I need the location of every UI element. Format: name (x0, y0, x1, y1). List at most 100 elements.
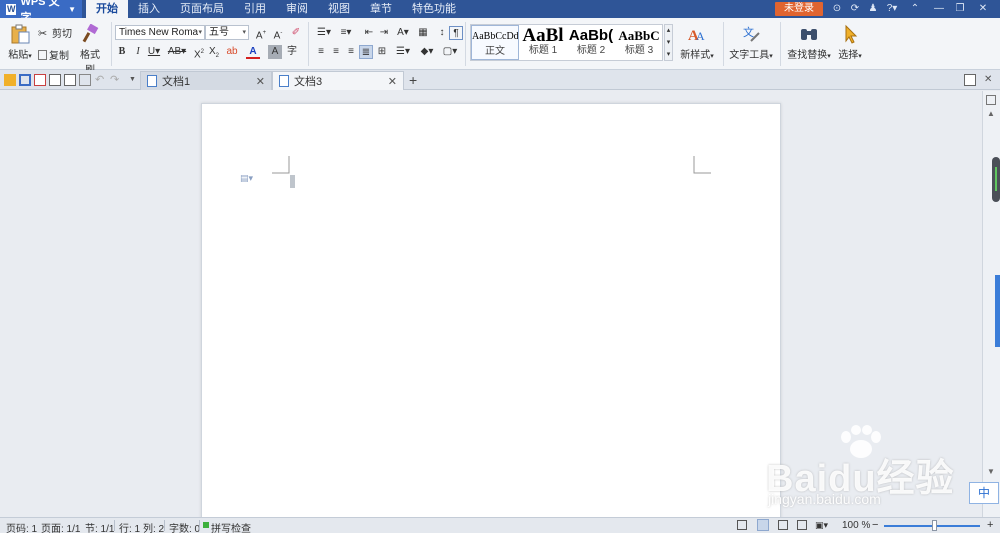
strikethrough-icon[interactable]: AB▾ (166, 45, 188, 59)
menu-tab-4[interactable]: 审阅 (276, 0, 318, 18)
zoom-level[interactable]: 100 % (842, 520, 870, 531)
close-icon[interactable]: ✕ (977, 3, 989, 15)
italic-icon[interactable]: I (131, 45, 145, 59)
login-button[interactable]: 未登录 (775, 2, 823, 16)
font-color-icon[interactable]: A (246, 45, 260, 59)
align-left-icon[interactable]: ≡ (314, 45, 328, 59)
format-painter-button[interactable]: 格式刷 (76, 24, 104, 76)
grow-font-icon[interactable]: A+ (254, 26, 268, 41)
text-tools-button[interactable]: 文 文字工具▾ (727, 24, 775, 61)
underline-icon[interactable]: U▾ (145, 45, 163, 59)
text-direction-icon[interactable]: A▾ (394, 26, 412, 40)
sort-icon[interactable]: ↕ (435, 26, 449, 40)
paste-button[interactable]: 粘贴▾ (6, 24, 34, 61)
print-preview-icon[interactable] (64, 74, 76, 86)
scroll-down-icon[interactable]: ▼ (987, 467, 995, 476)
shrink-font-icon[interactable]: A- (271, 26, 285, 41)
line-spacing-icon[interactable]: ☰▾ (394, 45, 412, 59)
reading-mode-icon[interactable]: ▣▾ (815, 520, 828, 531)
restore-icon[interactable]: ❐ (954, 3, 966, 15)
outline-view-icon[interactable] (778, 520, 788, 530)
menu-tab-1[interactable]: 插入 (128, 0, 170, 18)
shading-icon[interactable]: ◆▾ (418, 45, 436, 59)
close-tab-icon[interactable]: ✕ (388, 75, 397, 88)
redo-icon[interactable]: ↷ (110, 74, 122, 86)
highlight-icon[interactable]: ab (225, 45, 239, 59)
justify-icon[interactable]: ≣ (359, 45, 373, 59)
cut-button[interactable]: ✂ 剪切 (38, 25, 72, 41)
zoom-in-button[interactable]: + (987, 519, 993, 531)
menu-tab-0[interactable]: 开始 (86, 0, 128, 18)
superscript-icon[interactable]: X2 (192, 45, 206, 60)
close-window-icon[interactable]: ✕ (984, 74, 996, 86)
menu-tab-2[interactable]: 页面布局 (170, 0, 234, 18)
show-marks-icon[interactable]: ¶ (449, 26, 463, 40)
paste-options-icon[interactable]: ▤▾ (240, 173, 253, 184)
svg-text:A: A (696, 29, 705, 43)
app-menu-button[interactable]: W WPS 文字 ▼ (0, 0, 82, 24)
save-icon[interactable] (19, 74, 31, 86)
border-icon[interactable]: ▢▾ (441, 45, 459, 59)
minimize-icon[interactable]: — (933, 3, 945, 15)
page-icon[interactable] (79, 74, 91, 86)
menu-tab-3[interactable]: 引用 (234, 0, 276, 18)
align-right-icon[interactable]: ≡ (344, 45, 358, 59)
feedback-icon[interactable]: ⟳ (849, 3, 861, 15)
scroll-thumb[interactable] (992, 157, 1000, 202)
subscript-icon[interactable]: X2 (207, 45, 221, 59)
font-size-select[interactable]: 五号 ▾ (205, 25, 249, 40)
split-view-icon[interactable] (964, 74, 976, 86)
table-icon[interactable]: ▦ (416, 26, 430, 40)
style-item-2[interactable]: AaBb(标题 2 (567, 25, 615, 60)
clear-format-icon[interactable]: ✐ (289, 26, 303, 40)
new-style-button[interactable]: A A 新样式▾ (678, 24, 716, 61)
view-switch-icon[interactable] (986, 95, 996, 105)
collapse-ribbon-icon[interactable]: ⌃ (909, 3, 921, 15)
select-button[interactable]: 选择▾ (836, 24, 864, 61)
decrease-indent-icon[interactable]: ⇤ (362, 26, 376, 40)
menu-tab-5[interactable]: 视图 (318, 0, 360, 18)
zoom-slider-knob[interactable] (932, 520, 937, 531)
bullet-list-icon[interactable]: ☰▾ (314, 26, 334, 40)
page-count: 页面: 1/1 (41, 524, 81, 533)
fullscreen-icon[interactable] (737, 520, 747, 530)
zoom-out-button[interactable]: − (872, 519, 878, 531)
style-item-1[interactable]: AaBl 标题 1 (519, 25, 567, 60)
export-pdf-icon[interactable] (34, 74, 46, 86)
document-page[interactable]: ▤▾ (201, 103, 781, 523)
document-tab[interactable]: 文档1 ✕ (140, 71, 272, 90)
spell-check-toggle[interactable]: 拼写检查 (211, 520, 251, 533)
number-list-icon[interactable]: ≡▾ (336, 26, 356, 40)
copy-button[interactable]: 复制 (38, 47, 69, 62)
distribute-icon[interactable]: ⊞ (375, 45, 389, 59)
menu-tab-7[interactable]: 特色功能 (402, 0, 466, 18)
bold-icon[interactable]: B (115, 45, 129, 59)
side-panel-toggle[interactable] (995, 275, 1000, 347)
skin-icon[interactable]: ⊙ (831, 3, 843, 15)
shirt-icon[interactable]: ♟ (867, 3, 879, 15)
font-family-select[interactable]: Times New Roma ▾ (115, 25, 205, 40)
word-count[interactable]: 字数: 0 (169, 520, 200, 533)
char-shading-icon[interactable]: A (268, 45, 282, 59)
page-view-icon[interactable] (757, 519, 769, 531)
open-folder-icon[interactable] (4, 74, 16, 86)
align-center-icon[interactable]: ≡ (329, 45, 343, 59)
increase-indent-icon[interactable]: ⇥ (377, 26, 391, 40)
document-tab[interactable]: 文档3 ✕ (272, 71, 404, 90)
paintbrush-icon (82, 24, 99, 43)
find-replace-button[interactable]: 查找替换▾ (785, 24, 833, 61)
phonetic-icon[interactable]: 字 (285, 45, 299, 59)
style-name: 正文 (485, 46, 505, 57)
style-gallery-scroll[interactable]: ▴ ▾ ▾ (664, 24, 673, 61)
close-tab-icon[interactable]: ✕ (256, 75, 265, 88)
print-icon[interactable] (49, 74, 61, 86)
menu-tab-6[interactable]: 章节 (360, 0, 402, 18)
style-item-0[interactable]: AaBbCcDd 正文 (471, 25, 519, 60)
undo-icon[interactable]: ↶ (95, 74, 107, 86)
new-tab-button[interactable]: + (409, 72, 417, 88)
help-button[interactable]: ?▾ (882, 3, 902, 15)
ime-indicator[interactable]: 中 (969, 482, 999, 504)
scroll-up-icon[interactable]: ▲ (987, 109, 995, 118)
web-view-icon[interactable] (797, 520, 807, 530)
style-item-3[interactable]: AaBbC 标题 3 (615, 25, 663, 60)
